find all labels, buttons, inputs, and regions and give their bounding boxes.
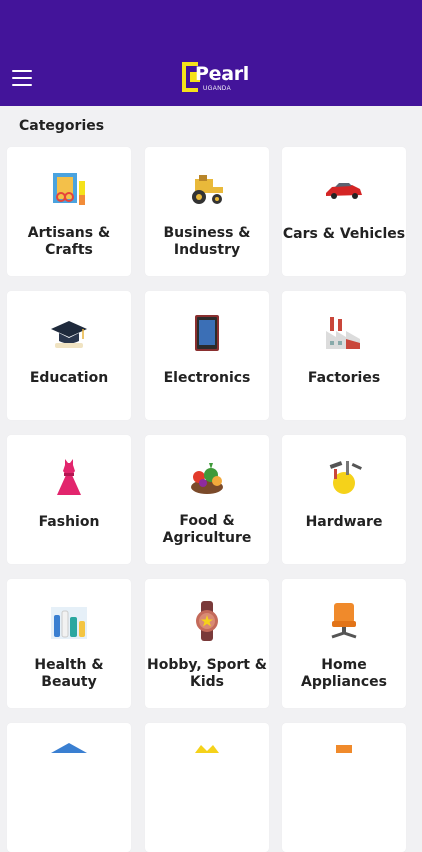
graduation-cap-icon: [51, 321, 87, 348]
category-label: Business & Industry: [163, 225, 251, 258]
pearl-logo: Pearl UGANDA: [182, 62, 250, 96]
tablet-icon: [195, 315, 219, 351]
logo-text: Pearl: [195, 63, 250, 85]
roof-icon: [51, 743, 87, 753]
category-card-row5-1[interactable]: [7, 723, 131, 852]
category-card-education[interactable]: Education: [7, 291, 131, 420]
orange-item-icon: [336, 745, 352, 753]
category-card-fashion[interactable]: Fashion: [7, 435, 131, 564]
category-label: Education: [29, 370, 109, 386]
category-label: Cars & Vehicles: [282, 226, 406, 242]
category-label: Electronics: [163, 370, 251, 386]
category-label: Health & Beauty: [34, 657, 104, 690]
category-card-health-beauty[interactable]: Health & Beauty: [7, 579, 131, 708]
category-card-business-industry[interactable]: Business & Industry: [145, 147, 269, 276]
category-label: Artisans & Crafts: [27, 225, 111, 258]
category-label: Food & Agriculture: [162, 513, 252, 546]
category-card-factories[interactable]: Factories: [282, 291, 406, 420]
crown-icon: [195, 745, 219, 753]
tractor-icon: [192, 175, 223, 204]
watch-icon: [196, 601, 218, 641]
category-card-electronics[interactable]: Electronics: [145, 291, 269, 420]
palette-brush-icon: [53, 173, 85, 205]
category-label: Hardware: [305, 514, 383, 530]
category-card-hobby-sport-kids[interactable]: Hobby, Sport & Kids: [145, 579, 269, 708]
hamburger-menu-icon[interactable]: [12, 70, 32, 86]
category-card-food-agriculture[interactable]: Food & Agriculture: [145, 435, 269, 564]
dress-icon: [57, 459, 81, 495]
logo-subtext: UGANDA: [203, 86, 232, 92]
category-label: Factories: [307, 370, 381, 386]
category-label: Hobby, Sport & Kids: [146, 657, 267, 690]
app-header: Pearl UGANDA: [0, 0, 422, 106]
category-card-cars-vehicles[interactable]: Cars & Vehicles: [282, 147, 406, 276]
category-label: Home Appliances: [300, 657, 388, 690]
tools-icon: [329, 461, 362, 494]
category-card-row5-2[interactable]: [145, 723, 269, 852]
category-card-home-appliances[interactable]: Home Appliances: [282, 579, 406, 708]
category-card-row5-3[interactable]: [282, 723, 406, 852]
category-card-artisans-crafts[interactable]: Artisans & Crafts: [7, 147, 131, 276]
section-title: Categories: [19, 118, 105, 134]
category-card-hardware[interactable]: Hardware: [282, 435, 406, 564]
factory-icon: [326, 317, 360, 349]
beauty-products-icon: [51, 607, 87, 639]
category-label: Fashion: [38, 514, 100, 530]
red-car-icon: [326, 183, 362, 199]
chair-icon: [331, 603, 357, 639]
vegetables-icon: [191, 463, 223, 494]
